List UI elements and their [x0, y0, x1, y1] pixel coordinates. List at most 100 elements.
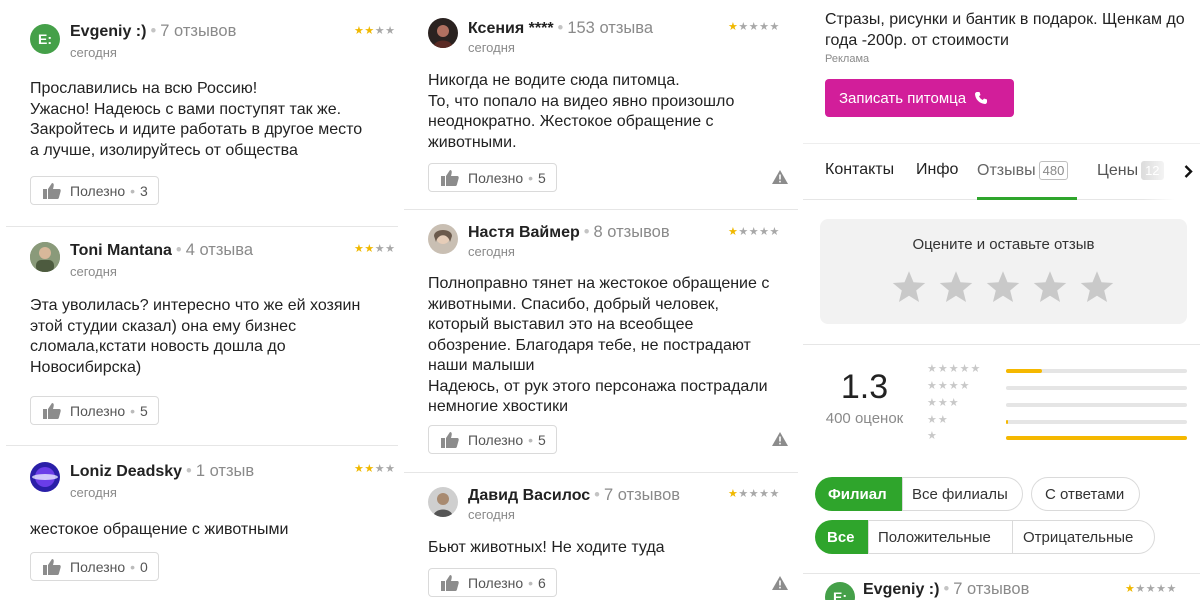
rating-bar-1: ★: [927, 430, 1189, 445]
useful-button[interactable]: Полезно • 5: [428, 163, 557, 192]
filter-negative[interactable]: Отрицательные: [1012, 520, 1155, 554]
thumbs-up-icon: [43, 402, 61, 419]
filter-with-replies[interactable]: С ответами: [1031, 477, 1140, 511]
review-card: Давид Василос • 7 отзывов сегодня ★★★★★ Бь…: [404, 473, 798, 600]
review-text: Эта уволилась? интересно что же ей хозяи…: [30, 297, 361, 376]
filter-positive[interactable]: Положительные: [868, 520, 1013, 554]
report-warning-icon[interactable]: [772, 576, 788, 590]
divider: [803, 344, 1200, 345]
rating-stars: ★★★★: [354, 243, 396, 255]
reviews-column-1: E: Evgeniy :) • 7 отзывов сегодня ★★★★ Про…: [6, 0, 398, 600]
review-author[interactable]: Настя Ваймер • 8 отзывов: [468, 223, 670, 242]
star-label: ★★★: [927, 397, 960, 409]
report-warning-icon[interactable]: [772, 432, 788, 446]
avatar-photo-icon: [428, 224, 458, 254]
useful-button[interactable]: Полезно • 3: [30, 176, 159, 205]
useful-count: 6: [538, 574, 546, 591]
useful-label: Полезно: [468, 431, 524, 448]
useful-count: 5: [538, 431, 546, 448]
avatar-photo-icon: [428, 18, 458, 48]
thumbs-up-icon: [441, 169, 459, 186]
chevron-right-icon[interactable]: [1184, 165, 1193, 178]
avatar[interactable]: E:: [825, 582, 855, 600]
rating-bar-4: ★★★★: [927, 380, 1189, 395]
useful-label: Полезно: [70, 558, 126, 575]
review-author[interactable]: Evgeniy :) • 7 отзывов: [863, 580, 1029, 599]
filter-all-branches[interactable]: Все филиалы: [902, 477, 1023, 511]
rate-star-5[interactable]: [1079, 269, 1115, 305]
rating-stars: ★★★★★: [728, 21, 780, 33]
useful-count: 0: [140, 558, 148, 575]
author-review-count: 4 отзыва: [185, 241, 254, 259]
ad-label: Реклама: [825, 53, 870, 65]
business-panel: Стразы, рисунки и бантик в подарок. Щенк…: [803, 0, 1200, 600]
review-author[interactable]: Давид Василос • 7 отзывов: [468, 486, 680, 505]
rate-star-4[interactable]: [1032, 269, 1068, 305]
avatar[interactable]: E:: [30, 24, 60, 54]
star-label: ★★★★: [927, 380, 971, 392]
rating-bar-fill: [1006, 420, 1008, 424]
author-name[interactable]: Ксения ****: [468, 20, 554, 37]
review-card: E: Evgeniy :) • 7 отзывов сегодня ★★★★ Про…: [6, 0, 398, 226]
useful-button[interactable]: Полезно • 5: [30, 396, 159, 425]
tab-prices-label: Цены: [1097, 162, 1139, 179]
tab-reviews-badge: 480: [1038, 161, 1069, 180]
author-review-count: 8 отзывов: [593, 223, 670, 241]
rate-star-1[interactable]: [891, 269, 927, 305]
review-date: сегодня: [70, 485, 117, 500]
rating-bar-5: ★★★★★: [927, 363, 1189, 378]
useful-count: 5: [538, 169, 546, 186]
author-name[interactable]: Evgeniy :): [70, 23, 146, 40]
review-author[interactable]: Evgeniy :) • 7 отзывов: [70, 22, 236, 41]
peek-review: E: Evgeniy :) • 7 отзывов ★★★★★: [803, 574, 1200, 600]
useful-button[interactable]: Полезно • 0: [30, 552, 159, 581]
filter-branch[interactable]: Филиал: [815, 477, 902, 511]
avatar-photo-icon: [30, 462, 60, 492]
author-name[interactable]: Toni Mantana: [70, 242, 172, 259]
author-name[interactable]: Loniz Deadsky: [70, 463, 182, 480]
avatar[interactable]: [428, 487, 458, 517]
review-author[interactable]: Loniz Deadsky • 1 отзыв: [70, 462, 254, 481]
avatar[interactable]: [30, 242, 60, 272]
rate-star-3[interactable]: [985, 269, 1021, 305]
tab-reviews[interactable]: Отзывы 480: [977, 161, 1069, 180]
tab-info[interactable]: Инфо: [916, 161, 958, 179]
useful-button[interactable]: Полезно • 5: [428, 425, 557, 454]
report-warning-icon[interactable]: [772, 170, 788, 184]
filter-all[interactable]: Все: [815, 520, 868, 554]
rating-stars: ★★★★★: [728, 226, 780, 238]
author-review-count: 7 отзывов: [953, 580, 1030, 598]
review-text: Полноправно тянет на жестокое обращение …: [428, 275, 770, 415]
book-pet-button[interactable]: Записать питомца: [825, 79, 1014, 117]
author-name[interactable]: Настя Ваймер: [468, 224, 580, 241]
author-name[interactable]: Давид Василос: [468, 487, 590, 504]
author-review-count: 1 отзыв: [195, 462, 255, 480]
avatar[interactable]: [30, 462, 60, 492]
review-card: Настя Ваймер • 8 отзывов сегодня ★★★★★ Пол…: [404, 210, 798, 472]
useful-count: 5: [140, 402, 148, 419]
average-score: 1.3: [840, 368, 889, 406]
rate-star-2[interactable]: [938, 269, 974, 305]
avatar[interactable]: [428, 224, 458, 254]
review-author[interactable]: Ксения **** • 153 отзыва: [468, 19, 653, 38]
rating-stars: ★★★★★: [1125, 583, 1177, 595]
review-text: Бьют животных! Не ходите туда: [428, 539, 665, 556]
useful-label: Полезно: [468, 169, 524, 186]
author-review-count: 7 отзывов: [603, 486, 681, 504]
useful-label: Полезно: [70, 182, 126, 199]
avatar-photo-icon: [30, 242, 60, 272]
tab-contacts[interactable]: Контакты: [825, 161, 894, 179]
rating-stars: ★★★★: [354, 25, 396, 37]
useful-button[interactable]: Полезно • 6: [428, 568, 557, 597]
review-author[interactable]: Toni Mantana • 4 отзыва: [70, 241, 253, 260]
review-text: Никогда не водите сюда питомца. То, что …: [428, 72, 735, 151]
avatar-photo-icon: [428, 487, 458, 517]
rate-box: Оцените и оставьте отзыв: [820, 219, 1187, 324]
phone-icon: [975, 92, 988, 104]
author-name[interactable]: Evgeniy :): [863, 581, 939, 598]
review-date: сегодня: [468, 244, 515, 259]
thumbs-up-icon: [43, 558, 61, 575]
review-date: сегодня: [468, 507, 515, 522]
ad-text: Стразы, рисунки и бантик в подарок. Щенк…: [825, 11, 1185, 49]
avatar[interactable]: [428, 18, 458, 48]
